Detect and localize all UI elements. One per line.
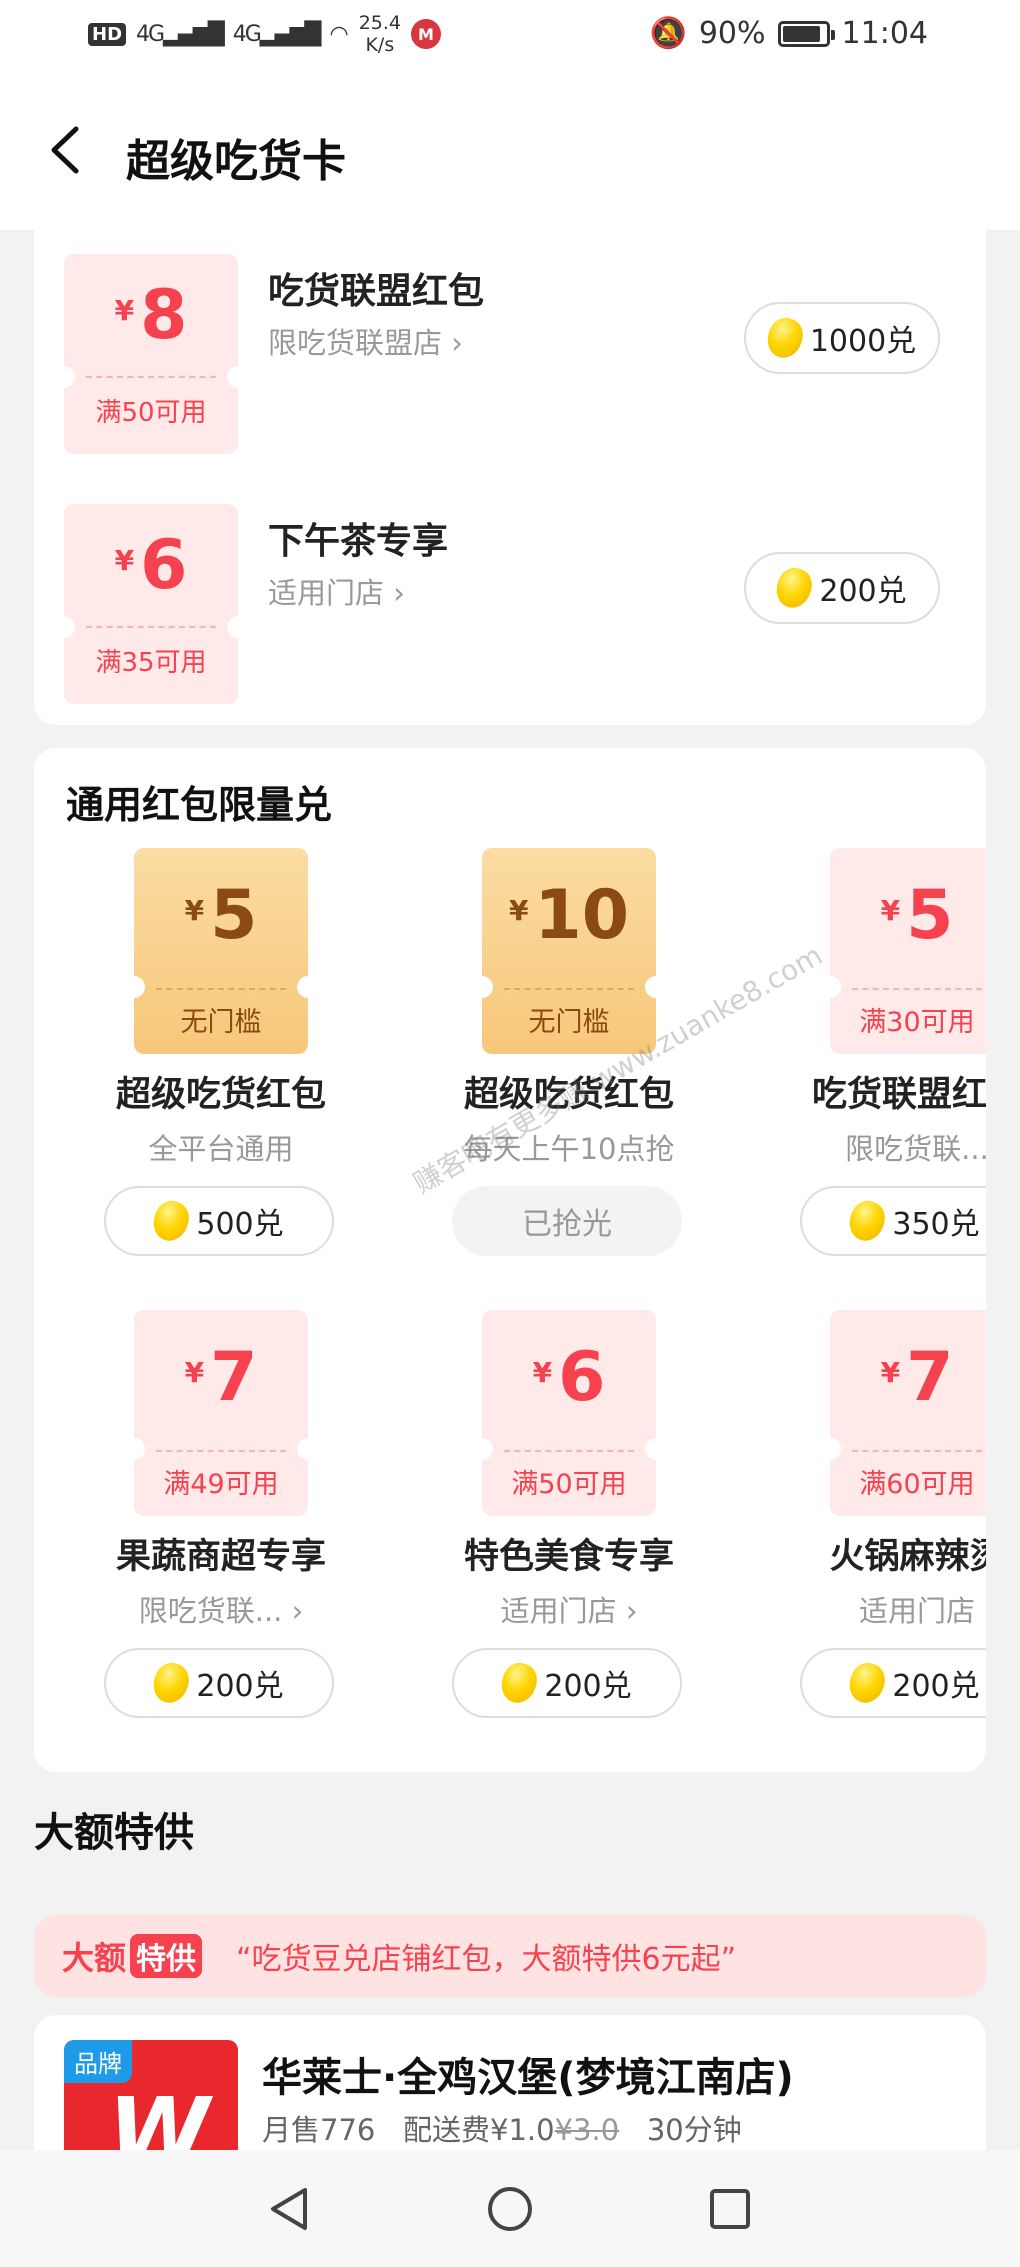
coupon-condition: 无门槛 xyxy=(528,1007,610,1038)
store-coupon-row[interactable]: ¥8 满50可用 吃货联盟红包 限吃货联盟店 › 1000兑 xyxy=(34,242,986,454)
bean-icon xyxy=(845,1658,890,1708)
coupon-title: 特色美食专享 xyxy=(463,1537,674,1577)
coupon-subtitle-link[interactable]: 适用门店 › xyxy=(268,570,405,612)
exchange-button[interactable]: 200兑 xyxy=(104,1648,334,1718)
coupon-ticket: ¥6 满50可用 xyxy=(471,1310,667,1516)
exchange-button[interactable]: 200兑 xyxy=(452,1648,682,1718)
coupon-amount: ¥8 xyxy=(114,276,188,355)
battery-icon xyxy=(777,20,835,47)
coupon-condition: 满30可用 xyxy=(859,1007,975,1038)
bean-icon xyxy=(762,313,808,363)
general-coupon-item[interactable]: ¥5 无门槛 超级吃货红包 全平台通用 500兑 xyxy=(74,848,374,1268)
coupon-subtitle: 限吃货联... xyxy=(845,1132,986,1166)
signal-icon-2: 4G▂▄▆█ xyxy=(232,21,322,47)
exchange-button[interactable]: 200兑 xyxy=(800,1648,986,1718)
coupon-ticket: ¥5 无门槛 xyxy=(123,848,319,1054)
store-coupon-row[interactable]: ¥6 满35可用 下午茶专享 适用门店 › 200兑 xyxy=(34,492,986,704)
coupon-condition: 满50可用 xyxy=(95,398,207,428)
coupon-amount: ¥10 xyxy=(508,876,630,955)
coupon-subtitle-link[interactable]: 限吃货联... › xyxy=(74,1588,368,1630)
section-title: 通用红包限量兑 xyxy=(66,783,333,827)
exchange-button[interactable]: 1000兑 xyxy=(744,302,940,374)
coupon-title: 果蔬商超专享 xyxy=(115,1537,326,1577)
wifi-icon: ◠ xyxy=(329,21,349,47)
clock: 11:04 xyxy=(841,16,928,51)
signal-icon: 4G▂▄▆█ xyxy=(136,21,225,47)
back-button[interactable] xyxy=(40,120,90,180)
coupon-ticket: ¥5 满30可用 xyxy=(819,848,986,1054)
bean-icon xyxy=(845,1196,890,1246)
coupon-condition: 满50可用 xyxy=(511,1469,627,1500)
coupon-amount: ¥5 xyxy=(184,876,258,955)
general-coupon-item[interactable]: ¥5 满30可用 吃货联盟红包 限吃货联... 350兑 xyxy=(770,848,986,1268)
recents-square-icon[interactable] xyxy=(705,2184,755,2234)
hd-icon: HD xyxy=(88,22,127,46)
coupon-subtitle: 每天上午10点抢 xyxy=(463,1132,675,1166)
battery-percent: 90% xyxy=(698,16,766,51)
coupon-amount: ¥5 xyxy=(880,876,954,955)
store-coupon-card: ¥8 满50可用 吃货联盟红包 限吃货联盟店 › 1000兑 ¥6 满35可用 … xyxy=(34,230,986,725)
back-arrow-icon xyxy=(51,126,79,174)
status-bar: HD 4G▂▄▆█ 4G▂▄▆█ ◠ 25.4 K/s M 🔕 90% 11:04 xyxy=(0,0,1020,75)
shop-meta: 月售776 配送费¥1.0¥3.0 30分钟 xyxy=(262,2113,742,2147)
coupon-ticket: ¥10 无门槛 xyxy=(471,848,667,1054)
app-notification-icon: M xyxy=(411,19,441,49)
chevron-right-icon: › xyxy=(291,1594,304,1628)
general-coupon-item[interactable]: ¥7 满49可用 果蔬商超专享 限吃货联... › 200兑 xyxy=(74,1310,374,1730)
coupon-amount: ¥7 xyxy=(880,1338,954,1417)
general-coupon-card: 通用红包限量兑 ¥5 无门槛 超级吃货红包 全平台通用 500兑 ¥10 无门槛… xyxy=(34,748,986,1772)
brand-badge: 品牌 xyxy=(64,2040,132,2083)
network-speed: 25.4 K/s xyxy=(358,12,401,56)
system-nav-bar xyxy=(0,2150,1020,2267)
coupon-condition: 满35可用 xyxy=(95,648,207,678)
bean-icon xyxy=(497,1658,542,1708)
bean-icon xyxy=(772,563,817,613)
chevron-right-icon: › xyxy=(625,1594,638,1628)
coupon-subtitle-link[interactable]: 适用门店 › xyxy=(422,1588,716,1630)
coupon-title: 超级吃货红包 xyxy=(115,1075,326,1115)
coupon-condition: 满49可用 xyxy=(163,1469,279,1500)
general-coupon-item[interactable]: ¥7 满60可用 火锅麻辣烫 适用门店 200兑 xyxy=(770,1310,986,1730)
chevron-right-icon: › xyxy=(393,576,405,610)
coupon-amount: ¥7 xyxy=(184,1338,258,1417)
coupon-ticket: ¥7 满60可用 xyxy=(819,1310,986,1516)
coupon-subtitle: 适用门店 xyxy=(858,1594,975,1628)
status-left: HD 4G▂▄▆█ 4G▂▄▆█ ◠ 25.4 K/s M xyxy=(88,12,441,56)
exchange-button[interactable]: 200兑 xyxy=(744,552,940,624)
exchange-button[interactable]: 500兑 xyxy=(104,1186,334,1256)
bean-icon xyxy=(149,1196,194,1246)
coupon-title: 吃货联盟红包 xyxy=(811,1075,986,1115)
promo-banner: 大额 特供 “吃货豆兑店铺红包，大额特供6元起” xyxy=(34,1915,986,1997)
general-coupon-item[interactable]: ¥10 无门槛 超级吃货红包 每天上午10点抢 已抢光 xyxy=(422,848,722,1268)
general-coupon-item[interactable]: ¥6 满50可用 特色美食专享 适用门店 › 200兑 xyxy=(422,1310,722,1730)
chevron-right-icon: › xyxy=(451,326,463,360)
sold-out-button[interactable]: 已抢光 xyxy=(452,1186,682,1256)
coupon-ticket: ¥6 满35可用 xyxy=(53,504,249,704)
coupon-amount: ¥6 xyxy=(532,1338,606,1417)
coupon-title: 吃货联盟红包 xyxy=(268,271,485,312)
section-title: 大额特供 xyxy=(34,1810,194,1856)
bean-icon xyxy=(149,1658,194,1708)
page-title: 超级吃货卡 xyxy=(126,136,346,187)
mute-icon: 🔕 xyxy=(649,16,687,51)
coupon-ticket: ¥7 满49可用 xyxy=(123,1310,319,1516)
exchange-button[interactable]: 350兑 xyxy=(800,1186,986,1256)
coupon-title: 火锅麻辣烫 xyxy=(829,1537,986,1577)
coupon-condition: 无门槛 xyxy=(180,1007,262,1038)
back-triangle-icon[interactable] xyxy=(265,2184,315,2234)
shop-name: 华莱士·全鸡汉堡(梦境江南店) xyxy=(262,2055,794,2101)
coupon-subtitle: 全平台通用 xyxy=(148,1132,294,1166)
coupon-title: 下午茶专享 xyxy=(268,521,449,562)
status-right: 🔕 90% 11:04 xyxy=(649,16,928,51)
nav-bar: 超级吃货卡 xyxy=(0,75,1020,230)
promo-text: “吃货豆兑店铺红包，大额特供6元起” xyxy=(236,1942,737,1977)
coupon-amount: ¥6 xyxy=(114,526,188,605)
coupon-condition: 满60可用 xyxy=(859,1469,975,1500)
coupon-title: 超级吃货红包 xyxy=(463,1075,674,1115)
home-circle-icon[interactable] xyxy=(485,2184,535,2234)
coupon-ticket: ¥8 满50可用 xyxy=(53,254,249,454)
promo-tag: 大额 特供 xyxy=(62,1933,203,1979)
coupon-subtitle-link[interactable]: 限吃货联盟店 › xyxy=(268,320,463,362)
